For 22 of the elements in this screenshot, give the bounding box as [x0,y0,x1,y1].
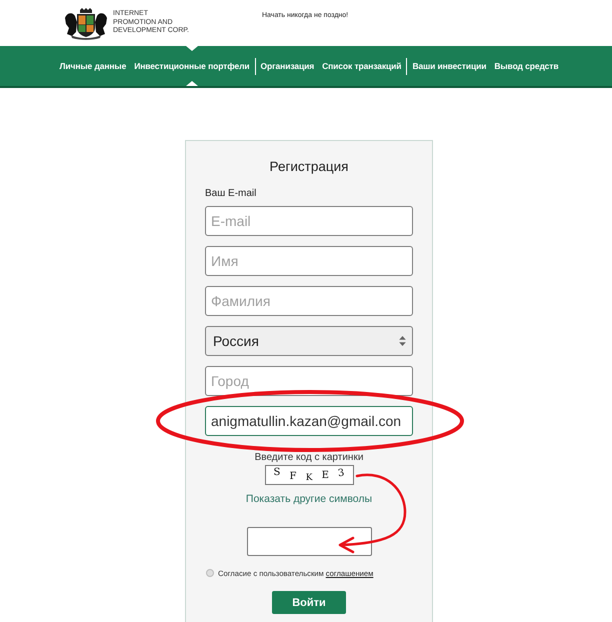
nav-tab[interactable]: Организация [256,46,318,86]
refresh-captcha-link[interactable]: Показать другие символы [246,493,372,506]
input-field[interactable]: Город [205,366,413,396]
form-title: Регистрация [270,158,348,176]
agreement-checkbox[interactable] [206,569,214,577]
email-label: Ваш E-mail [205,188,256,200]
select-arrows-icon [399,336,406,346]
nav-tab[interactable]: Ваши инвестиции [408,46,490,86]
input-field[interactable]: Фамилия [205,286,413,316]
submit-button[interactable]: Войти [272,591,346,614]
input-field[interactable]: E-mail [205,206,413,236]
nav-tab[interactable]: Список транзакций [318,46,406,86]
captcha-image: S F K E 3 [264,465,354,485]
nav-tab[interactable]: Инвестиционные портфели [130,46,254,86]
nav-tab[interactable]: Вывод средств [490,46,562,86]
captcha-label: Введите код с картинки [254,453,364,463]
crest-logo-icon [63,8,109,40]
country-select[interactable]: Россия [205,326,413,356]
input-field[interactable]: Имя [205,246,413,276]
input-field[interactable]: anigmatullin.kazan@gmail.con [205,406,413,436]
captcha-input-field[interactable] [246,527,372,556]
nav-tab[interactable]: Личные данные [56,46,130,86]
